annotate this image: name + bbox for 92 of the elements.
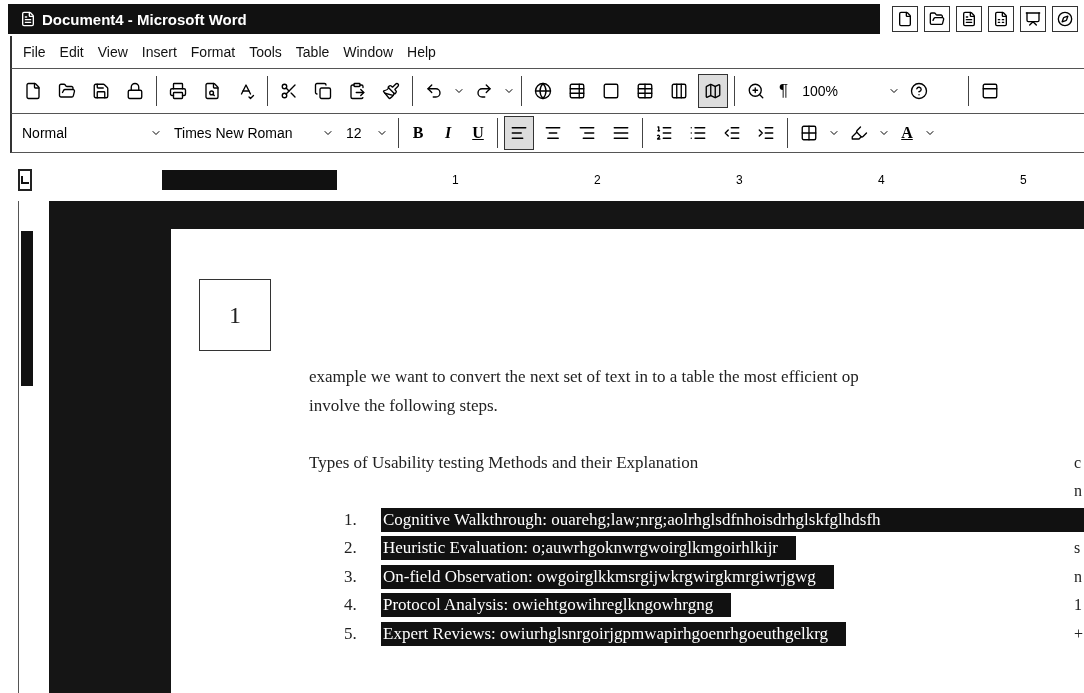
zoom-field[interactable]: 100% [796, 83, 844, 99]
menu-item[interactable]: View [92, 44, 133, 60]
list-item: On-field Observation: owgoirglkkmsrgijwkrgwirgkmrgiwrjgwg [381, 564, 834, 589]
tab-selector[interactable] [18, 169, 32, 191]
document-icon [961, 11, 977, 27]
bullets-icon [689, 124, 707, 142]
folder-icon [929, 11, 945, 27]
align-left-icon [510, 124, 528, 142]
font-dropdown[interactable]: Times New Roman [170, 119, 338, 147]
align-right-icon [578, 124, 596, 142]
header-icon [980, 82, 999, 100]
menu-item[interactable]: Edit [54, 44, 89, 60]
document-map-button[interactable] [698, 74, 728, 108]
text-fragment: s [1074, 539, 1082, 558]
undo-icon [425, 82, 443, 100]
style-dropdown[interactable]: Normal [18, 119, 166, 147]
menu-item[interactable]: Table [290, 44, 335, 60]
zoom-icon [747, 82, 765, 100]
ruler-number: 4 [878, 173, 886, 187]
presentation-icon [1025, 11, 1041, 27]
text-fragment: + [1074, 624, 1084, 643]
underline-button[interactable]: U [465, 124, 491, 142]
text-fragment: c [1074, 453, 1083, 472]
insert-table-icon [602, 82, 620, 100]
list-item: Protocol Analysis: owiehtgowihreglkngowhrgng [381, 593, 732, 618]
document-icon [20, 11, 36, 27]
list-number: 5. [344, 623, 358, 644]
compass-button[interactable] [1052, 6, 1078, 32]
open-button[interactable] [924, 6, 950, 32]
spreadsheet-icon [993, 11, 1009, 27]
list-item: Expert Reviews: owiurhglsnrgoirjgpmwapirhgoenrhgoeuthgelkrg [381, 621, 847, 646]
document-map-icon [704, 82, 722, 100]
spreadsheet-button[interactable] [988, 6, 1014, 32]
insert-sheet-icon [636, 82, 654, 100]
highlight-icon [850, 124, 868, 142]
document-button[interactable] [892, 6, 918, 32]
align-left-button[interactable] [504, 116, 534, 150]
italic-button[interactable]: I [435, 124, 461, 142]
menu-item[interactable]: Insert [136, 44, 182, 60]
list-item: Cognitive Walkthrough: ouarehg;law;nrg;aolrhglsdfnhoisdrhglskfglhdsfh [381, 507, 1084, 532]
show-formatting-button[interactable]: ¶ [775, 81, 793, 101]
save-icon [92, 82, 110, 100]
size-dropdown[interactable]: 12 [342, 119, 392, 147]
redo-icon [475, 82, 493, 100]
menu-item[interactable]: Format [185, 44, 241, 60]
menu-item[interactable]: Tools [244, 44, 287, 60]
copy-icon [314, 82, 332, 100]
font-color-button[interactable]: A [894, 124, 920, 142]
compass-icon [1057, 11, 1073, 27]
format-painter-icon [382, 82, 400, 100]
list-number: 2. [344, 538, 358, 559]
window-title: Document4 - Microsoft Word [42, 10, 248, 28]
list-number: 1. [344, 509, 358, 530]
decrease-indent-icon [723, 124, 741, 142]
hyperlink-icon [534, 82, 552, 100]
numbering-icon [655, 124, 673, 142]
borders-icon [800, 124, 818, 142]
help-icon [909, 82, 928, 100]
menu-item[interactable]: Help [402, 44, 441, 60]
ruler-number: 1 [452, 173, 460, 187]
text-fragment: 1 [1074, 596, 1083, 615]
paragraph: involve the following steps. [309, 395, 499, 416]
align-center-icon [544, 124, 562, 142]
bold-button[interactable]: B [405, 124, 431, 142]
text-fragment: n [1074, 567, 1083, 586]
document-icon [897, 11, 913, 27]
columns-icon [670, 82, 688, 100]
increase-indent-icon [757, 124, 775, 142]
cut-icon [280, 82, 298, 100]
justify-icon [612, 124, 630, 142]
paragraph: example we want to convert the next set of text in to a table the most efficient op [309, 367, 860, 388]
open-icon [58, 82, 76, 100]
list-number: 4. [344, 595, 358, 616]
menu-item[interactable]: Window [338, 44, 399, 60]
permission-icon [126, 82, 144, 100]
ruler-number: 5 [1020, 173, 1028, 187]
tables-icon [568, 82, 586, 100]
page-marker: 1 [199, 279, 271, 351]
word-button[interactable] [956, 6, 982, 32]
ruler-number: 3 [736, 173, 744, 187]
list-item: Heuristic Evaluation: o;auwrhgoknwrgwoirglkmgoirhlkijr [381, 536, 797, 561]
presentation-button[interactable] [1020, 6, 1046, 32]
heading: Types of Usability testing Methods and their Explanation [309, 452, 700, 473]
new-document-icon [24, 82, 42, 100]
menu-item[interactable]: File [18, 44, 51, 60]
print-icon [169, 82, 187, 100]
text-fragment: n [1074, 482, 1083, 501]
paste-icon [348, 82, 366, 100]
print-preview-icon [203, 82, 221, 100]
list-number: 3. [344, 566, 358, 587]
tab-stop-icon [20, 175, 30, 185]
ruler-number: 2 [594, 173, 602, 187]
